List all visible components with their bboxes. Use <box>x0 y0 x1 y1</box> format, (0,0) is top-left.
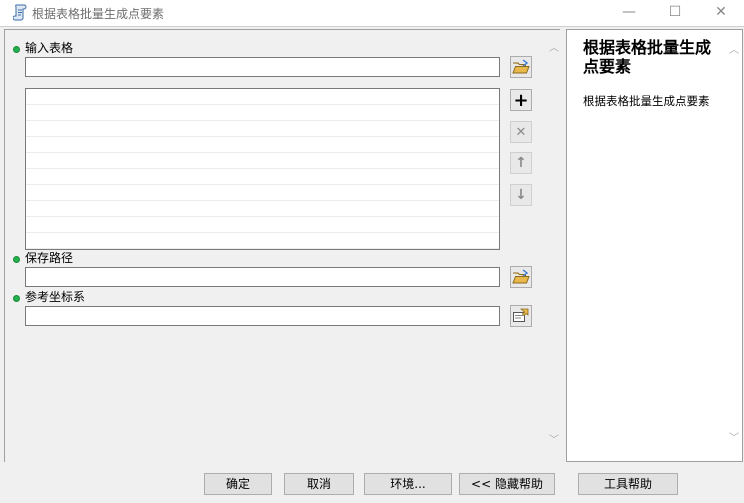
cancel-button[interactable]: 取消 <box>284 473 354 495</box>
list-row <box>26 233 499 249</box>
remove-row-button[interactable]: ✕ <box>510 121 532 143</box>
list-row <box>26 185 499 201</box>
spatial-reference-properties-button[interactable] <box>510 305 532 327</box>
required-indicator-icon <box>13 256 20 263</box>
help-title: 根据表格批量生成点要素 <box>583 38 712 76</box>
parameters-scrollbar[interactable]: ︿ ﹀ <box>545 30 563 463</box>
input-table-list[interactable] <box>25 88 500 250</box>
help-description: 根据表格批量生成点要素 <box>583 94 710 108</box>
window-title: 根据表格批量生成点要素 <box>32 7 165 21</box>
ok-button[interactable]: 确定 <box>204 473 272 495</box>
script-tool-icon <box>13 4 27 21</box>
open-folder-icon <box>512 59 530 74</box>
arrow-up-icon: ↑ <box>515 155 527 171</box>
param-label-input-table: 输入表格 <box>25 41 74 55</box>
scroll-up-icon[interactable]: ︿ <box>727 44 741 58</box>
move-down-button[interactable]: ↓ <box>510 184 532 206</box>
title-bar: 根据表格批量生成点要素 — ☐ ✕ <box>0 0 744 26</box>
maximize-button[interactable]: ☐ <box>652 0 698 26</box>
minimize-button[interactable]: — <box>606 0 652 26</box>
list-row <box>26 169 499 185</box>
list-row <box>26 153 499 169</box>
plus-icon: + <box>513 89 529 111</box>
dialog-body: 输入表格 + ✕ ↑ ↓ 保存路径 参考坐标系 ︿ ﹀ 根据表格批量生成点要素 … <box>0 26 744 503</box>
list-row <box>26 201 499 217</box>
open-folder-icon <box>512 269 530 284</box>
help-scrollbar[interactable]: ︿ ﹀ <box>725 30 742 461</box>
input-table-field[interactable] <box>25 57 500 77</box>
spatial-reference-icon <box>513 308 529 322</box>
add-row-button[interactable]: + <box>510 89 532 111</box>
parameters-pane: 输入表格 + ✕ ↑ ↓ 保存路径 参考坐标系 ︿ ﹀ <box>4 29 563 463</box>
arrow-down-icon: ↓ <box>515 187 527 203</box>
scroll-down-icon[interactable]: ﹀ <box>727 432 741 446</box>
close-button[interactable]: ✕ <box>698 0 744 26</box>
required-indicator-icon <box>13 46 20 53</box>
list-row <box>26 137 499 153</box>
browse-input-table-button[interactable] <box>510 56 532 78</box>
list-row <box>26 105 499 121</box>
list-row <box>26 121 499 137</box>
ref-coord-field[interactable] <box>25 306 500 326</box>
help-pane: 根据表格批量生成点要素 根据表格批量生成点要素 ︿ ﹀ <box>566 29 743 462</box>
environments-button[interactable]: 环境... <box>364 473 452 495</box>
param-label-ref-coord: 参考坐标系 <box>25 290 86 304</box>
browse-save-path-button[interactable] <box>510 266 532 288</box>
scroll-up-icon[interactable]: ︿ <box>547 42 561 56</box>
save-path-field[interactable] <box>25 267 500 287</box>
scroll-down-icon[interactable]: ﹀ <box>547 434 561 448</box>
required-indicator-icon <box>13 295 20 302</box>
tool-help-button[interactable]: 工具帮助 <box>578 473 678 495</box>
move-up-button[interactable]: ↑ <box>510 152 532 174</box>
hide-help-button[interactable]: << 隐藏帮助 <box>459 473 555 495</box>
button-bar: 确定 取消 环境... << 隐藏帮助 工具帮助 <box>0 463 744 503</box>
list-row <box>26 217 499 233</box>
param-label-save-path: 保存路径 <box>25 251 74 265</box>
list-row <box>26 89 499 105</box>
remove-icon: ✕ <box>515 124 527 140</box>
